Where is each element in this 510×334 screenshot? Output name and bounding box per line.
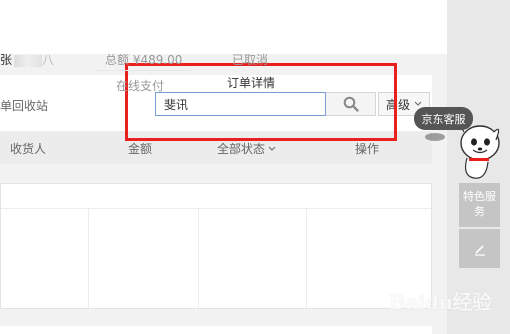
divider	[88, 209, 89, 309]
search-icon	[343, 96, 359, 112]
edit-icon	[474, 244, 485, 256]
redacted-name	[14, 54, 43, 67]
next-order-card	[0, 326, 432, 334]
chevron-down-icon	[268, 146, 276, 151]
header-action: 操作	[355, 142, 380, 156]
baidu-watermark: Baidu经验	[389, 290, 492, 314]
order-status: 已取消	[232, 53, 269, 67]
order-card-header	[1, 184, 431, 209]
feedback-button[interactable]	[459, 229, 500, 268]
order-card	[0, 183, 432, 309]
customer-service-button[interactable]: 京东客服	[414, 107, 473, 130]
divider	[95, 70, 191, 71]
chevron-down-icon	[414, 101, 422, 106]
status-filter-label: 全部状态	[217, 142, 266, 156]
search-button[interactable]	[326, 92, 376, 116]
order-recycle-link[interactable]: 单回收站	[0, 97, 48, 114]
search-input[interactable]	[155, 92, 326, 116]
order-recipient: 张八	[0, 53, 55, 67]
header-amount: 金额	[128, 142, 153, 156]
divider	[306, 209, 307, 309]
feature-service-button[interactable]: 特色服务	[459, 183, 500, 227]
top-panel	[0, 0, 447, 54]
order-detail-link[interactable]: 订单详情	[227, 74, 275, 91]
header-recipient: 收货人	[10, 142, 47, 156]
advanced-label: 高级	[386, 97, 411, 112]
payment-method: 在线支付	[116, 79, 165, 93]
divider	[198, 209, 199, 309]
order-amount: 总额 ¥489.00	[105, 53, 183, 67]
status-filter-dropdown[interactable]: 全部状态	[217, 140, 276, 157]
